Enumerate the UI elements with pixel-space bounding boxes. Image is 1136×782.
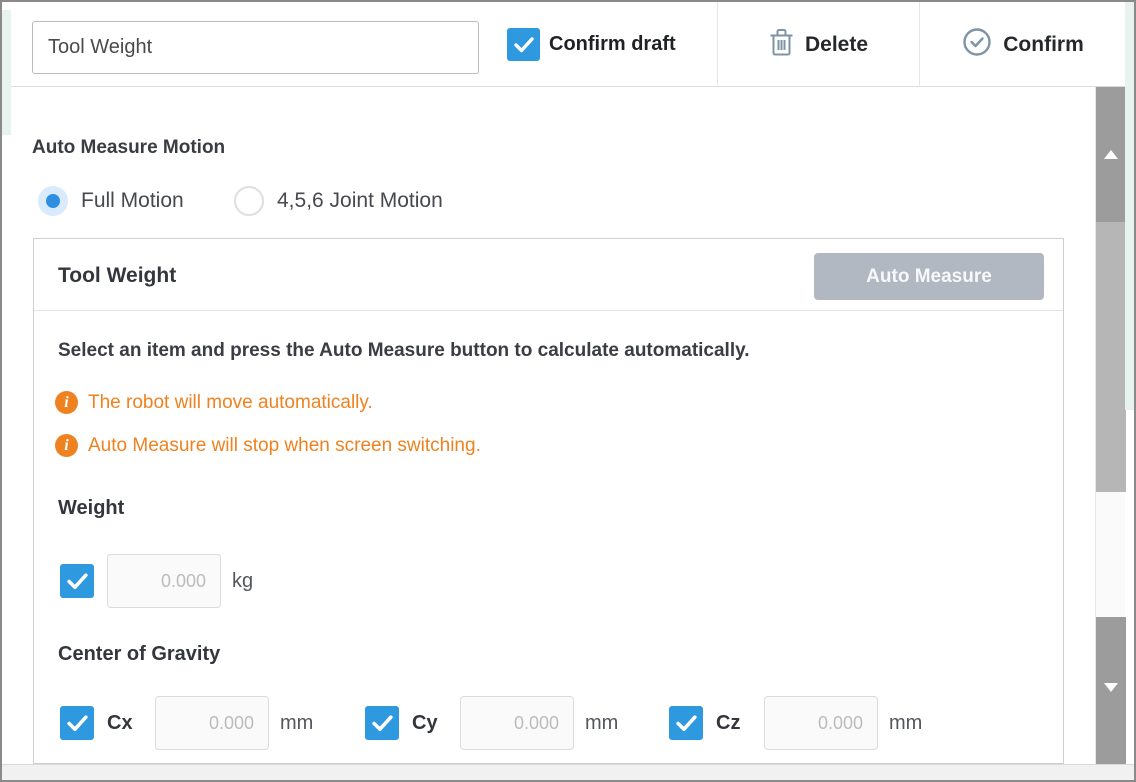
- auto-measure-motion-title: Auto Measure Motion: [32, 137, 225, 159]
- weight-field-row: kg: [60, 554, 253, 608]
- cx-label: Cx: [107, 712, 141, 735]
- tool-name-input[interactable]: [32, 21, 479, 74]
- cx-field-row: Cx mm: [60, 696, 313, 750]
- bottom-strip: [2, 764, 1134, 782]
- cx-checkbox[interactable]: [60, 706, 94, 740]
- check-icon: [66, 572, 89, 591]
- weight-checkbox[interactable]: [60, 564, 94, 598]
- scrollbar-thumb[interactable]: [1096, 222, 1126, 492]
- radio-456-joint-motion[interactable]: 4,5,6 Joint Motion: [234, 186, 443, 216]
- center-of-gravity-title: Center of Gravity: [58, 643, 220, 666]
- weight-unit-label: kg: [232, 570, 253, 593]
- radio-full-motion-label: Full Motion: [81, 189, 184, 213]
- triangle-up-icon: [1104, 150, 1118, 159]
- weight-section-title: Weight: [58, 497, 124, 520]
- tool-weight-screen: Confirm draft Delete: [0, 0, 1136, 782]
- radio-full-motion[interactable]: Full Motion: [38, 186, 184, 216]
- cx-unit-label: mm: [280, 712, 313, 735]
- cy-input[interactable]: [460, 696, 574, 750]
- weight-input[interactable]: [107, 554, 221, 608]
- panel-divider: [34, 310, 1063, 311]
- info-icon: i: [55, 391, 78, 414]
- cz-label: Cz: [716, 712, 750, 735]
- cy-checkbox[interactable]: [365, 706, 399, 740]
- check-icon: [371, 714, 394, 733]
- confirm-draft-checkbox[interactable]: [507, 28, 540, 61]
- panel-title: Tool Weight: [58, 264, 176, 288]
- tool-weight-panel: Tool Weight Auto Measure Select an item …: [33, 238, 1064, 764]
- vertical-scrollbar[interactable]: [1095, 87, 1125, 764]
- trash-icon: [769, 28, 794, 62]
- warning-text: Auto Measure will stop when screen switc…: [88, 435, 481, 457]
- cy-field-row: Cy mm: [365, 696, 618, 750]
- triangle-down-icon: [1104, 683, 1118, 692]
- radio-selected-icon: [38, 186, 68, 216]
- auto-measure-button[interactable]: Auto Measure: [814, 253, 1044, 300]
- left-edge-strip: [2, 10, 11, 135]
- instruction-text: Select an item and press the Auto Measur…: [58, 340, 750, 362]
- warning-text: The robot will move automatically.: [88, 392, 373, 414]
- delete-button[interactable]: Delete: [718, 2, 919, 87]
- cy-unit-label: mm: [585, 712, 618, 735]
- confirm-button[interactable]: Confirm: [920, 2, 1126, 87]
- cx-input[interactable]: [155, 696, 269, 750]
- right-edge-strip: [1125, 2, 1134, 410]
- delete-button-label: Delete: [805, 33, 868, 57]
- cz-input[interactable]: [764, 696, 878, 750]
- scroll-up-button[interactable]: [1096, 87, 1126, 222]
- check-icon: [513, 36, 535, 54]
- radio-unselected-icon: [234, 186, 264, 216]
- check-circle-icon: [962, 27, 992, 62]
- warning-row: i The robot will move automatically.: [55, 391, 373, 414]
- check-icon: [66, 714, 89, 733]
- cy-label: Cy: [412, 712, 446, 735]
- radio-456-joint-motion-label: 4,5,6 Joint Motion: [277, 189, 443, 213]
- confirm-draft-label: Confirm draft: [549, 2, 676, 87]
- confirm-button-label: Confirm: [1003, 33, 1084, 57]
- scroll-down-button[interactable]: [1096, 617, 1126, 764]
- info-icon: i: [55, 434, 78, 457]
- cz-field-row: Cz mm: [669, 696, 922, 750]
- warning-row: i Auto Measure will stop when screen swi…: [55, 434, 481, 457]
- check-icon: [675, 714, 698, 733]
- cz-checkbox[interactable]: [669, 706, 703, 740]
- top-toolbar: Confirm draft Delete: [2, 2, 1126, 87]
- cz-unit-label: mm: [889, 712, 922, 735]
